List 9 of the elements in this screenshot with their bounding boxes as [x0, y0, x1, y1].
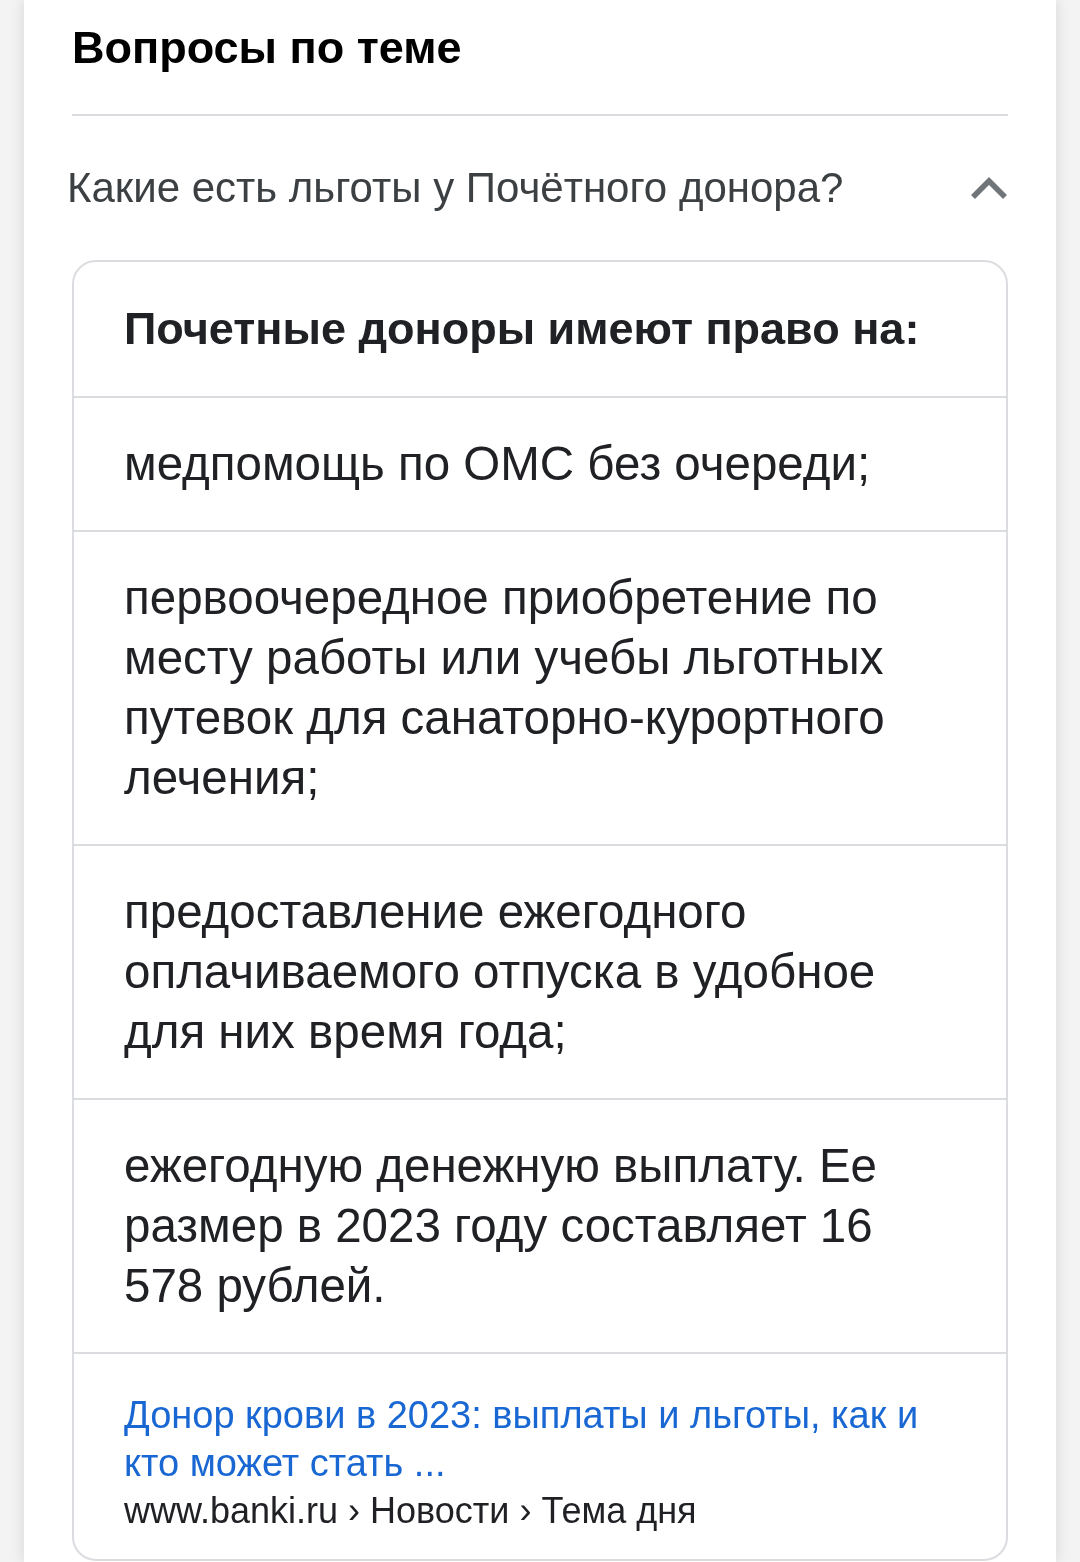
- answer-item: предоставление ежегодного оплачиваемого отпуска в удобное для них время года;: [74, 846, 1006, 1100]
- answer-heading: Почетные доноры имеют право на:: [74, 262, 1006, 398]
- answer-item: первоочередное приобретение по месту работы или учебы льготных путевок для санаторно-курортного лечения;: [74, 532, 1006, 846]
- question-toggle[interactable]: Какие есть льготы у Почётного донора?: [67, 116, 1008, 260]
- answer-item: ежегодную денежную выплату. Ее размер в 2023 году составляет 16 578 рублей.: [74, 1100, 1006, 1354]
- source-link[interactable]: Донор крови в 2023: выплаты и льготы, как и кто может стать ...: [124, 1391, 956, 1487]
- section-title: Вопросы по теме: [72, 0, 1008, 116]
- answer-item: медпомощь по ОМС без очереди;: [74, 398, 1006, 532]
- source-breadcrumb: www.banki.ru › Новости › Тема дня: [124, 1489, 698, 1533]
